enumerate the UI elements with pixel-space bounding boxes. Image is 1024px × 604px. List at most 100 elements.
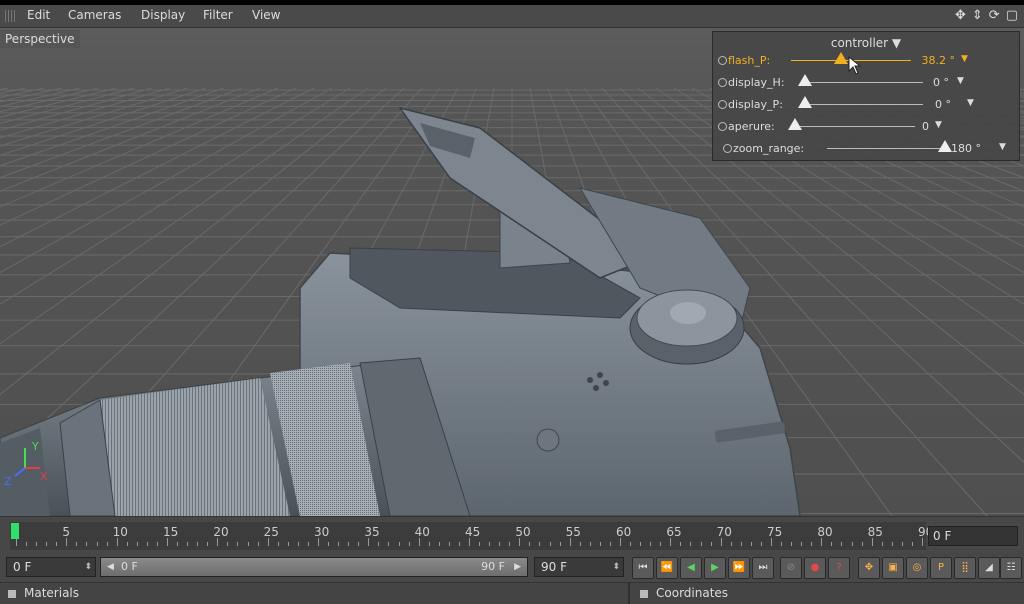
start-frame-field[interactable]: 0 F ⬍ [6, 557, 96, 577]
timeline-tick [247, 542, 249, 546]
param-value[interactable]: 0 ° [903, 76, 949, 89]
go-to-end-button[interactable]: ⏭ [752, 557, 774, 579]
timeline-tick [36, 542, 38, 546]
menu-display[interactable]: Display [141, 8, 185, 22]
animate-dot-icon[interactable] [723, 144, 732, 153]
position-key-icon[interactable]: ✥ [858, 557, 880, 579]
next-key-button[interactable]: ⏩ [728, 557, 750, 579]
stepper-icon[interactable]: ⬍ [612, 558, 620, 576]
param-value[interactable]: 0 ° [905, 98, 951, 111]
timeline-tick [750, 542, 752, 546]
panel-menu-icon[interactable] [640, 589, 648, 598]
timeline-tick [76, 542, 78, 546]
timeline-tick [438, 542, 440, 546]
play-forward-button[interactable]: ▶ [704, 557, 726, 579]
range-left-arrow-icon[interactable]: ◀ [107, 558, 114, 576]
range-right-arrow-icon[interactable]: ▶ [514, 558, 521, 576]
menu-cameras[interactable]: Cameras [68, 8, 121, 22]
point-level-icon[interactable]: ⣿ [954, 557, 976, 579]
maximize-view-icon[interactable]: ▢ [1006, 8, 1018, 23]
param-value[interactable]: 180 ° [935, 142, 981, 155]
parameter-key-icon[interactable]: P [930, 557, 952, 579]
timeline-tick-label: 65 [666, 525, 682, 539]
timeline-tick [861, 542, 863, 546]
panel-divider [628, 583, 630, 604]
animate-dot-icon[interactable] [718, 56, 727, 65]
chevron-down-icon[interactable]: ▼ [961, 54, 968, 64]
animate-dot-icon[interactable] [718, 78, 727, 87]
timeline-tick [378, 542, 380, 546]
timeline[interactable]: 051015202530354045505560657075808590 0 F [0, 516, 1024, 555]
timeline-tick [418, 538, 420, 546]
stepper-icon[interactable]: ⬍ [84, 558, 92, 576]
chevron-down-icon[interactable]: ▼ [957, 76, 964, 86]
param-zoom-range[interactable]: zoom_range: 180 ° ▼ [717, 140, 1015, 158]
animate-dot-icon[interactable] [718, 122, 727, 131]
chevron-down-icon[interactable]: ▼ [999, 142, 1006, 152]
timeline-tick [539, 542, 541, 546]
param-label: aperure: [728, 120, 775, 133]
timeline-tick [911, 542, 913, 546]
param-display-p[interactable]: display_P: 0 ° ▼ [717, 96, 1015, 114]
timeline-tick-label: 40 [414, 525, 430, 539]
timeline-tick [771, 538, 772, 546]
timeline-tick [519, 538, 521, 546]
3d-viewport[interactable]: Y X Z Perspective controller ▼ flash_P: … [0, 28, 1024, 516]
menu-edit[interactable]: Edit [27, 8, 50, 22]
panel-menu-icon[interactable] [8, 589, 16, 598]
bottom-panels: Materials Coordinates [0, 582, 1024, 604]
coordinates-panel-tab[interactable]: Coordinates [640, 586, 728, 600]
param-value[interactable]: 38.2 ° [909, 54, 956, 67]
play-backward-button[interactable]: ◀ [680, 557, 702, 579]
timeline-tick [479, 542, 481, 546]
param-value[interactable]: 0 [883, 120, 929, 133]
rotation-key-icon[interactable]: ◎ [906, 557, 928, 579]
timeline-tick [720, 538, 722, 546]
timeline-tick [408, 542, 410, 546]
move-view-icon[interactable]: ✥ [955, 8, 966, 23]
record-button[interactable]: ● [804, 557, 826, 579]
interpolation-icon[interactable]: ◢ [978, 557, 1000, 579]
param-aperure[interactable]: aperure: 0 ▼ [717, 118, 1015, 136]
go-to-start-button[interactable]: ⏮ [632, 557, 654, 579]
chevron-down-icon[interactable]: ▼ [935, 120, 942, 130]
zoom-view-icon[interactable]: ⇕ [972, 8, 983, 23]
param-slider-thumb[interactable] [798, 74, 812, 86]
start-frame-value: 0 F [13, 560, 32, 574]
timeline-tick [529, 542, 531, 546]
param-slider-track[interactable] [827, 148, 945, 149]
viewport-label[interactable]: Perspective [0, 30, 80, 48]
autokey-button[interactable]: ? [828, 557, 850, 579]
scale-key-icon[interactable]: ▣ [882, 557, 904, 579]
chevron-down-icon[interactable]: ▼ [967, 98, 974, 108]
end-frame-field[interactable]: 90 F ⬍ [534, 557, 624, 577]
timeline-tick-label: 80 [817, 525, 833, 539]
range-slider[interactable]: ◀ 0 F 90 F ▶ [100, 557, 528, 577]
timeline-tick-label: 15 [163, 525, 179, 539]
menu-filter[interactable]: Filter [203, 8, 233, 22]
timeline-playhead[interactable] [11, 523, 19, 539]
timeline-ruler[interactable]: 051015202530354045505560657075808590 [10, 522, 933, 550]
timeline-tick [680, 542, 682, 546]
previous-key-button[interactable]: ⏪ [656, 557, 678, 579]
timeline-tick [650, 542, 652, 546]
param-slider-thumb[interactable] [788, 118, 802, 130]
animate-dot-icon[interactable] [718, 100, 727, 109]
timeline-tick [609, 542, 611, 546]
scheme-icon[interactable]: ☷ [1000, 557, 1022, 579]
keyframe-selection-icon[interactable]: ⊘ [780, 557, 802, 579]
controller-title[interactable]: controller ▼ [713, 36, 1019, 50]
rotate-view-icon[interactable]: ⟳ [989, 8, 1000, 23]
timeline-tick [338, 542, 340, 546]
timeline-tick [891, 542, 893, 546]
param-flash-p[interactable]: flash_P: 38.2 ° ▼ [717, 52, 1015, 70]
menu-view[interactable]: View [252, 8, 280, 22]
timeline-tick-label: 55 [565, 525, 581, 539]
param-display-h[interactable]: display_H: 0 ° ▼ [717, 74, 1015, 92]
materials-panel-tab[interactable]: Materials [8, 586, 79, 600]
current-frame-field[interactable]: 0 F [928, 526, 1018, 546]
timeline-tick [660, 542, 662, 546]
menu-grip-icon[interactable] [5, 10, 15, 22]
param-slider-thumb[interactable] [798, 96, 812, 108]
timeline-tick [177, 542, 179, 546]
